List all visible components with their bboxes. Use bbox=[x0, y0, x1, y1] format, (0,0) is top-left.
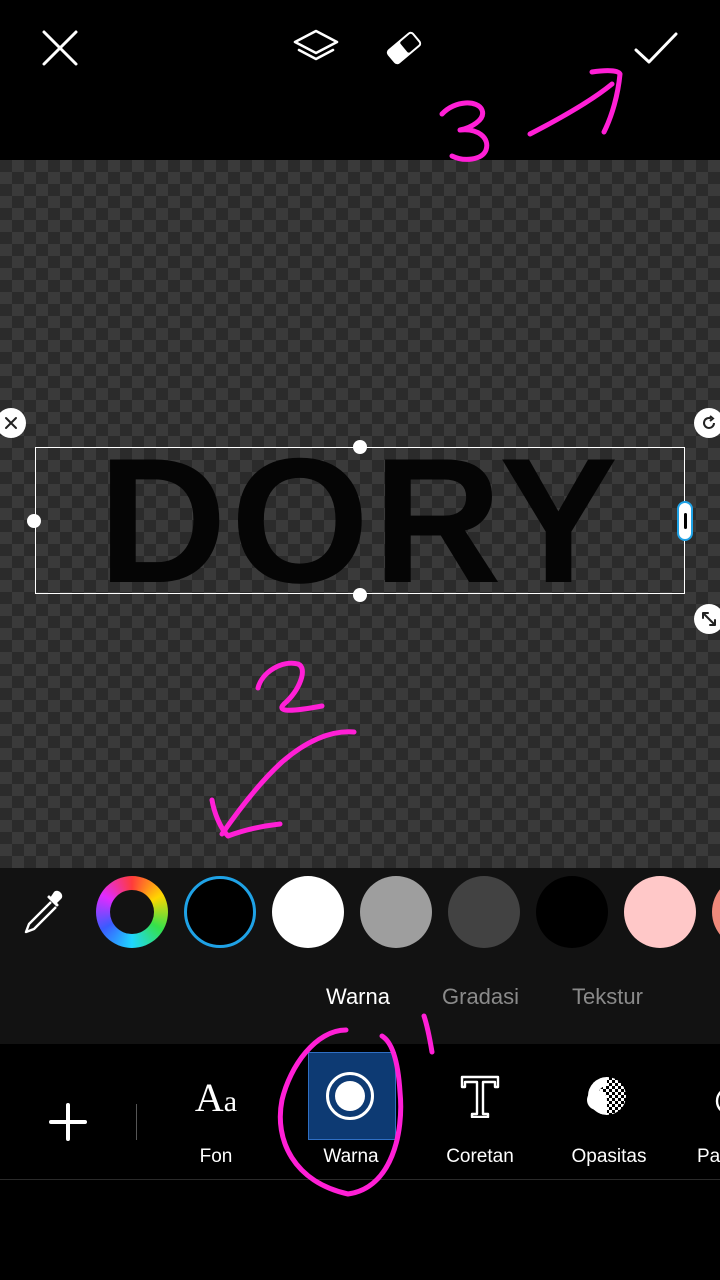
color-swatch-light-gray[interactable] bbox=[360, 876, 432, 948]
color-swatch-black[interactable] bbox=[536, 876, 608, 948]
layers-icon[interactable] bbox=[290, 24, 342, 72]
delete-layer-icon[interactable] bbox=[0, 408, 26, 438]
tab-gradasi[interactable]: Gradasi bbox=[442, 984, 519, 1010]
stroke-icon bbox=[460, 1075, 500, 1118]
resize-handle-top[interactable] bbox=[353, 440, 367, 454]
font-icon: Aa bbox=[194, 1075, 238, 1120]
tab-warna[interactable]: Warna bbox=[326, 984, 390, 1010]
editor-canvas[interactable]: DORY bbox=[0, 160, 720, 868]
partial-icon bbox=[715, 1091, 720, 1111]
close-icon[interactable] bbox=[36, 24, 84, 72]
color-palette bbox=[0, 868, 720, 958]
text-tools-toolbar: Aa Fon Warna Coretan Opasitas Pa bbox=[0, 1044, 720, 1180]
rotate-icon[interactable] bbox=[694, 408, 720, 438]
color-mode-tabs: Warna Gradasi Tekstur bbox=[0, 958, 720, 1044]
tool-warna[interactable]: Warna bbox=[306, 1044, 396, 1179]
opacity-icon bbox=[587, 1077, 626, 1115]
tab-tekstur[interactable]: Tekstur bbox=[572, 984, 643, 1010]
top-bar bbox=[0, 0, 720, 160]
toolbar-divider bbox=[136, 1104, 137, 1140]
eraser-icon[interactable] bbox=[380, 22, 428, 74]
resize-handle-right[interactable] bbox=[677, 501, 693, 541]
color-swatch-dark-gray[interactable] bbox=[448, 876, 520, 948]
tool-fon[interactable]: Aa Fon bbox=[176, 1044, 256, 1179]
scale-icon[interactable] bbox=[694, 604, 720, 634]
tool-label-coretan: Coretan bbox=[446, 1146, 514, 1167]
color-swatch-pink[interactable] bbox=[624, 876, 696, 948]
resize-handle-bottom[interactable] bbox=[353, 588, 367, 602]
color-wheel-swatch[interactable] bbox=[96, 876, 168, 948]
text-layer[interactable]: DORY bbox=[36, 431, 684, 609]
plus-icon[interactable] bbox=[44, 1098, 92, 1146]
resize-handle-left[interactable] bbox=[27, 514, 41, 528]
color-icon bbox=[326, 1072, 374, 1120]
color-swatch-white[interactable] bbox=[272, 876, 344, 948]
tool-partial[interactable]: Pa bbox=[690, 1044, 720, 1179]
tool-opasitas[interactable]: Opasitas bbox=[564, 1044, 654, 1179]
tool-coretan[interactable]: Coretan bbox=[440, 1044, 520, 1179]
color-swatch-salmon[interactable] bbox=[712, 876, 720, 948]
text-selection-box[interactable]: DORY bbox=[35, 431, 685, 609]
apply-checkmark-icon[interactable] bbox=[630, 24, 682, 72]
tool-label-fon: Fon bbox=[199, 1146, 233, 1167]
eyedropper-icon[interactable] bbox=[18, 886, 70, 940]
color-swatch-black-selected[interactable] bbox=[184, 876, 256, 948]
tool-label-warna: Warna bbox=[323, 1146, 379, 1167]
tool-label-opasitas: Opasitas bbox=[571, 1146, 647, 1167]
tool-label-partial: Pa bbox=[697, 1146, 720, 1167]
